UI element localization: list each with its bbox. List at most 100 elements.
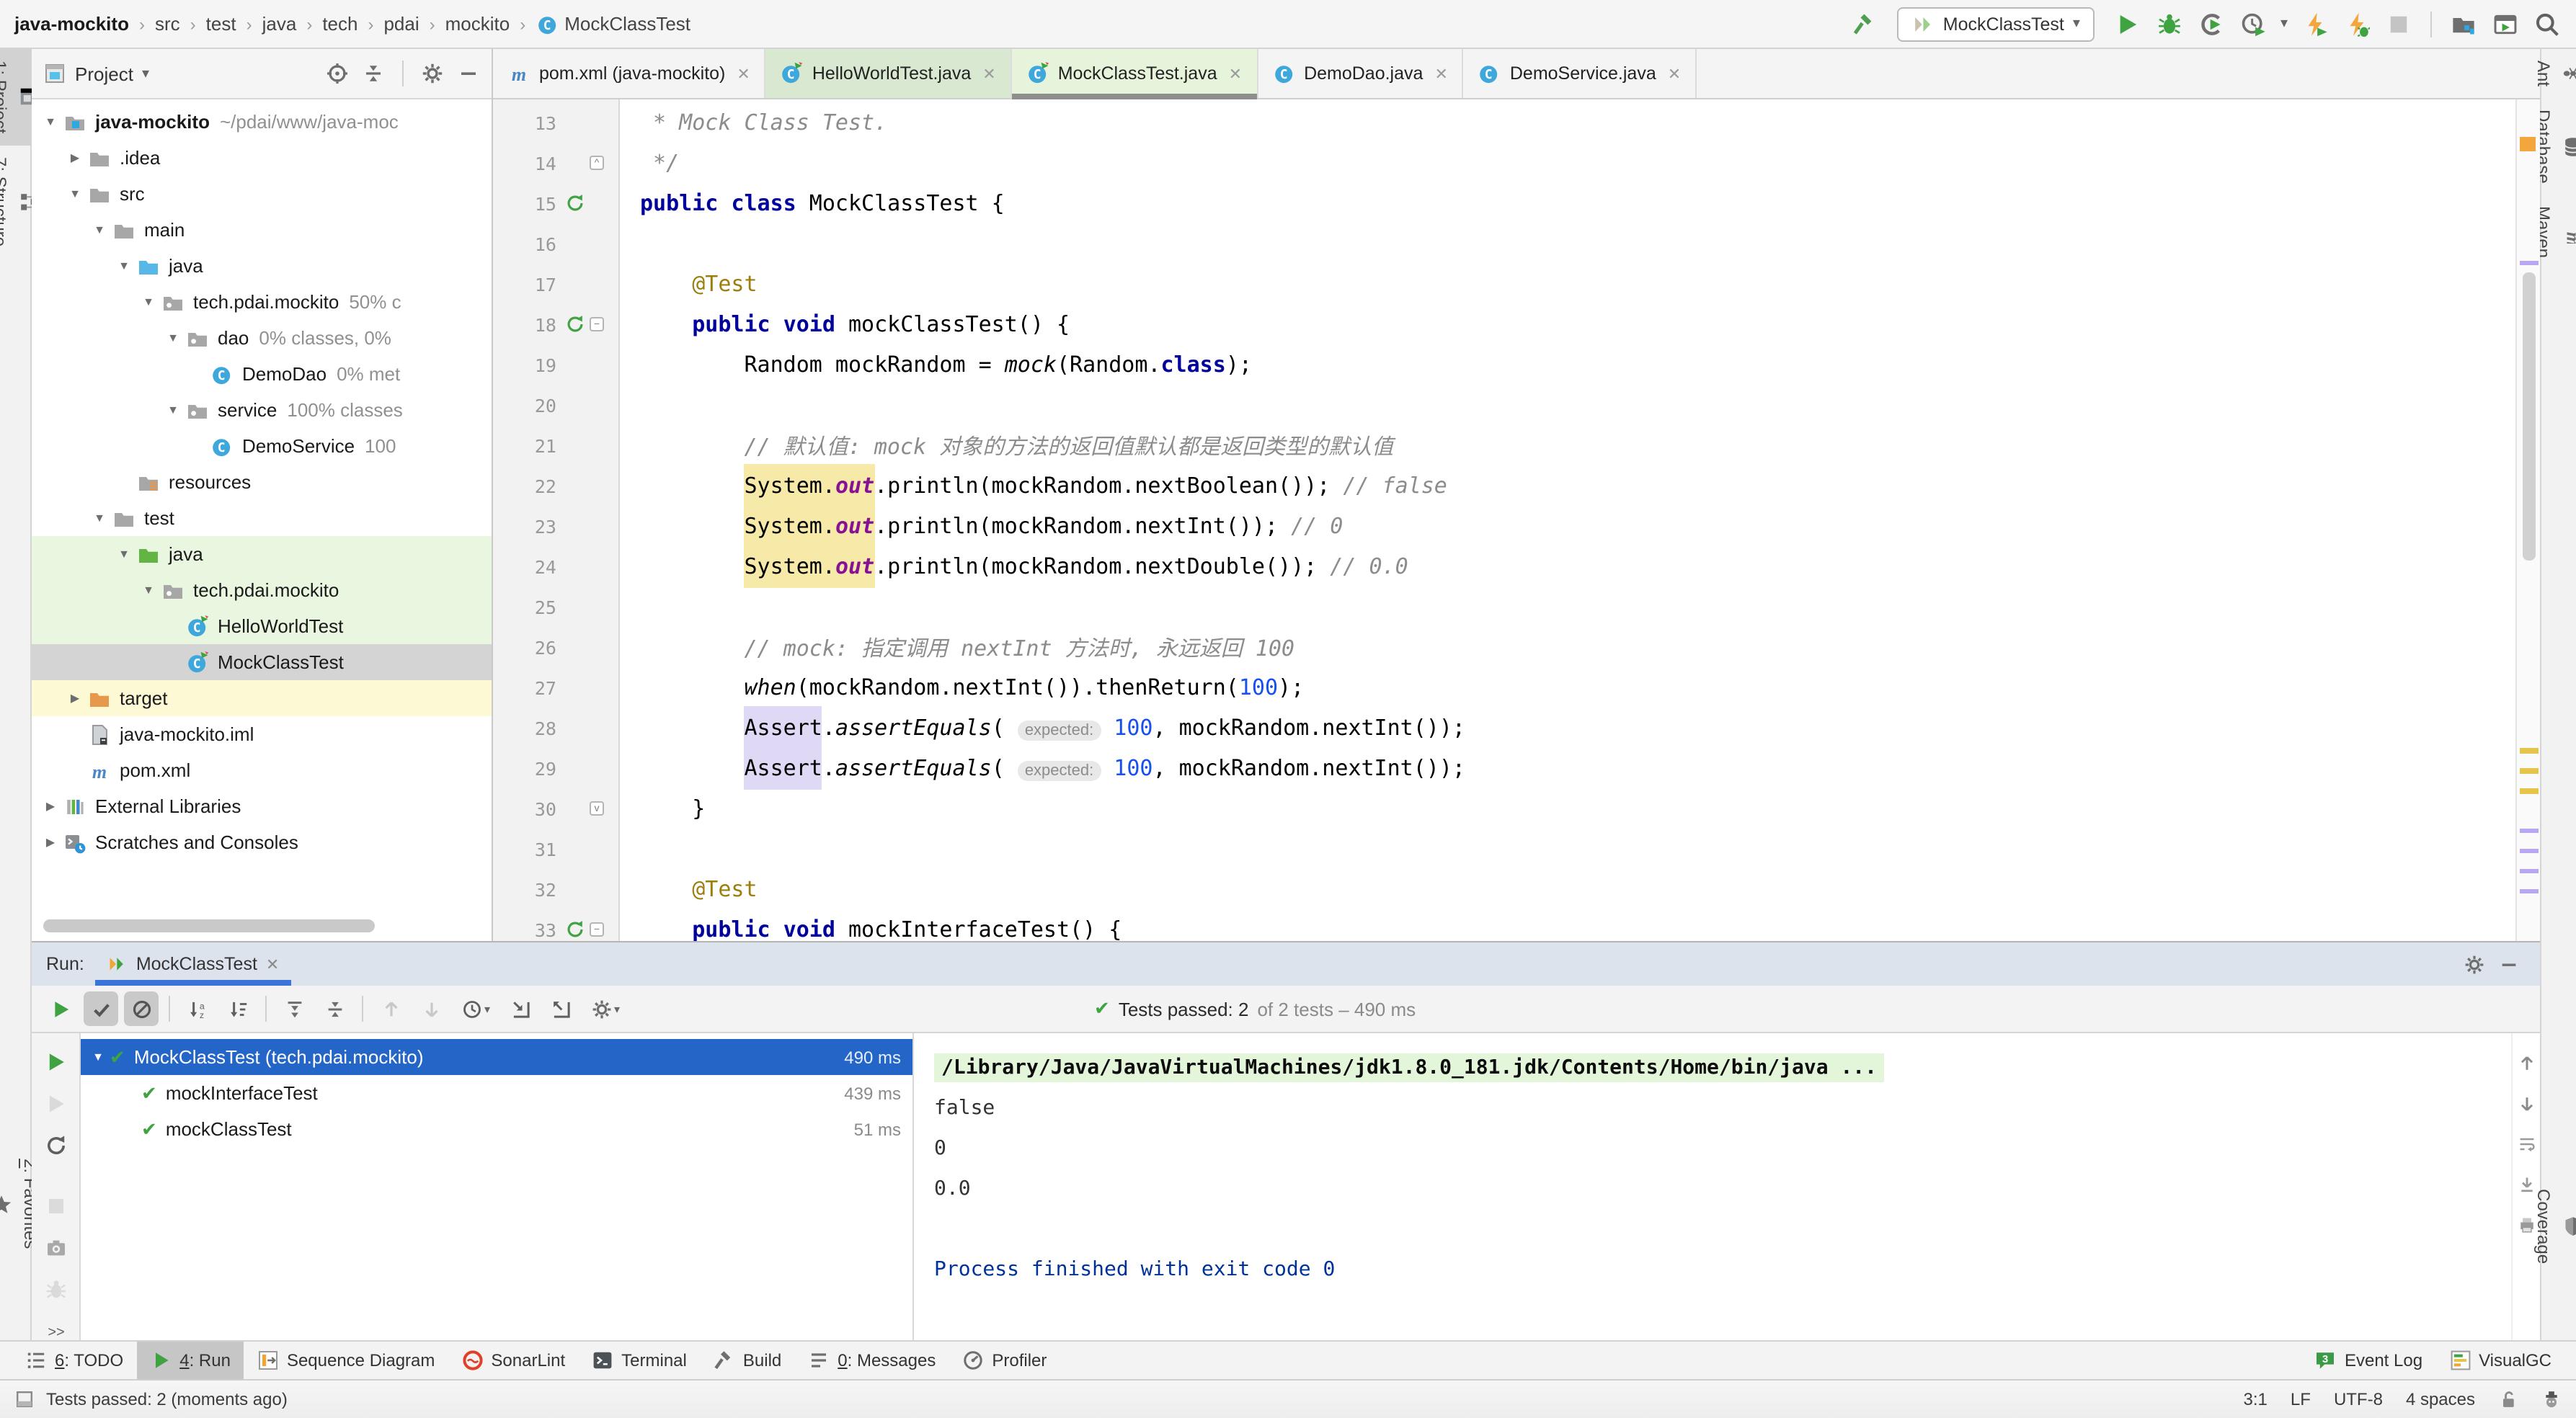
run-with-profiler-button[interactable] <box>2301 9 2329 38</box>
error-stripe-scrollbar[interactable] <box>2515 99 2540 941</box>
editor-tab-demodao-java[interactable]: CDemoDao.java✕ <box>1258 49 1464 98</box>
line-separator[interactable]: LF <box>2291 1389 2311 1409</box>
chevron-collapsed-icon[interactable]: ▶ <box>65 692 85 705</box>
editor-tab-demoservice-java[interactable]: CDemoService.java✕ <box>1464 49 1697 98</box>
project-tree-item-pom-xml[interactable]: mpom.xml <box>32 752 492 788</box>
collapse-all-button[interactable] <box>317 991 352 1026</box>
show-ignored-button[interactable] <box>124 991 159 1026</box>
project-tree-item-demodao[interactable]: CDemoDao0% met <box>32 356 492 392</box>
editor-tab-helloworldtest-java[interactable]: CHelloWorldTest.java✕ <box>766 49 1012 98</box>
chevron-expanded-icon[interactable]: ▼ <box>114 259 134 272</box>
toolwindow-button-sequence-diagram[interactable]: Sequence Diagram <box>244 1342 448 1379</box>
test-history-button[interactable]: ▾ <box>454 991 497 1026</box>
horizontal-scrollbar[interactable] <box>43 919 375 932</box>
fold-marker-icon[interactable]: ^ <box>590 156 604 170</box>
locate-icon[interactable] <box>326 62 349 85</box>
indent-style[interactable]: 4 spaces <box>2406 1389 2475 1409</box>
run-button[interactable] <box>2113 9 2142 38</box>
project-tree-item-demoservice[interactable]: CDemoService100 <box>32 428 492 464</box>
breadcrumb-item[interactable]: mockito <box>445 13 510 35</box>
chevron-down-icon[interactable]: ▾ <box>142 66 149 81</box>
toolwindow-button-event-log[interactable]: 3Event Log <box>2301 1349 2435 1372</box>
project-tree-item-java[interactable]: ▼java <box>32 248 492 284</box>
toolwindow-button-todo[interactable]: 6: TODO <box>12 1342 136 1379</box>
project-tree[interactable]: ▼java-mockito~/pdai/www/java-moc▶.idea▼s… <box>32 99 492 941</box>
toolwindow-button-ant[interactable]: Ant <box>2531 49 2576 98</box>
test-result-row-mockclasstest[interactable]: ▼✔MockClassTest (tech.pdai.mockito)490 m… <box>81 1039 912 1075</box>
run-console[interactable]: /Library/Java/JavaVirtualMachines/jdk1.8… <box>914 1033 2511 1340</box>
caret-position[interactable]: 3:1 <box>2244 1389 2268 1409</box>
test-results-tree[interactable]: ▼✔MockClassTest (tech.pdai.mockito)490 m… <box>81 1033 912 1340</box>
toolwindow-button-terminal[interactable]: Terminal <box>578 1342 700 1379</box>
breadcrumb-item[interactable]: test <box>206 13 236 35</box>
search-button[interactable] <box>2533 9 2562 38</box>
editor-tab-mockclasstest-java[interactable]: CMockClassTest.java✕ <box>1012 49 1258 98</box>
project-tree-item-src[interactable]: ▼src <box>32 176 492 212</box>
file-encoding[interactable]: UTF-8 <box>2334 1389 2383 1409</box>
editor-tab-pom-xml-java-mockito-[interactable]: mpom.xml (java-mockito)✕ <box>493 49 766 98</box>
code-viewport[interactable]: 13 * Mock Class Test.14^ */15public clas… <box>493 99 2515 941</box>
breadcrumb-item[interactable]: tech <box>322 13 357 35</box>
breadcrumb-item[interactable]: pdai <box>383 13 419 35</box>
project-tree-item-helloworldtest[interactable]: CHelloWorldTest <box>32 608 492 644</box>
toolwindow-button-visualgc[interactable]: VisualGC <box>2435 1349 2564 1372</box>
project-tree-item-target[interactable]: ▶target <box>32 680 492 716</box>
project-tree-item-java[interactable]: ▼java <box>32 536 492 572</box>
close-icon[interactable]: ✕ <box>982 64 995 83</box>
run-tab[interactable]: MockClassTest ✕ <box>96 942 291 986</box>
rerun-tests-button[interactable] <box>43 991 78 1026</box>
run-test-gutter-icon[interactable] <box>565 193 585 213</box>
chevron-expanded-icon[interactable]: ▼ <box>114 548 134 561</box>
test-result-row-mockinterfacetest[interactable]: ✔mockInterfaceTest439 ms <box>81 1075 912 1111</box>
run-test-gutter-icon[interactable] <box>565 314 585 334</box>
chevron-expanded-icon[interactable]: ▼ <box>138 295 159 308</box>
project-tree-item-mockclasstest[interactable]: CMockClassTest <box>32 644 492 680</box>
project-tree-item--idea[interactable]: ▶.idea <box>32 140 492 176</box>
profile-button[interactable] <box>2239 9 2268 38</box>
chevron-collapsed-icon[interactable]: ▶ <box>40 836 61 849</box>
fold-marker-icon[interactable]: − <box>590 922 604 937</box>
project-tree-item-service[interactable]: ▼service100% classes <box>32 392 492 428</box>
project-tree-item-dao[interactable]: ▼dao0% classes, 0% <box>32 320 492 356</box>
project-tree-item-tech-pdai-mockito[interactable]: ▼tech.pdai.mockito <box>32 572 492 608</box>
toolwindow-button-messages[interactable]: 0: Messages <box>794 1342 949 1379</box>
close-icon[interactable]: ✕ <box>266 955 279 973</box>
toolwindow-button-sonarlint[interactable]: SonarLint <box>448 1342 578 1379</box>
project-tree-item-tech-pdai-mockito[interactable]: ▼tech.pdai.mockito50% c <box>32 284 492 320</box>
project-tree-item-external-libraries[interactable]: ▶External Libraries <box>32 788 492 824</box>
toolwindow-button-profiler[interactable]: Profiler <box>949 1342 1060 1379</box>
import-test-results-button[interactable] <box>503 991 538 1026</box>
hector-icon[interactable] <box>2541 1389 2562 1409</box>
project-tree-item-java-mockito-iml[interactable]: java-mockito.iml <box>32 716 492 752</box>
run-anything-button[interactable] <box>2491 9 2520 38</box>
chevron-collapsed-icon[interactable]: ▶ <box>40 800 61 813</box>
close-icon[interactable]: ✕ <box>1434 64 1447 83</box>
debug-button[interactable] <box>2155 9 2184 38</box>
lock-open-icon[interactable] <box>2498 1389 2518 1409</box>
chevron-expanded-icon[interactable]: ▼ <box>163 403 183 416</box>
thread-dump-button[interactable] <box>38 1236 73 1259</box>
up-icon[interactable] <box>2516 1053 2536 1074</box>
project-tree-item-main[interactable]: ▼main <box>32 212 492 248</box>
debug-with-profiler-button[interactable] <box>2342 9 2371 38</box>
run-test-gutter-icon[interactable] <box>565 919 585 940</box>
collapse-all-icon[interactable] <box>362 62 385 85</box>
toolwindow-button-coverage[interactable]: Coverage <box>2531 1177 2576 1275</box>
toolwindow-toggle-icon[interactable] <box>14 1389 35 1409</box>
chevron-expanded-icon[interactable]: ▼ <box>138 584 159 597</box>
test-settings-button[interactable]: ▾ <box>584 991 627 1026</box>
toolwindows-button[interactable] <box>2449 9 2478 38</box>
gear-icon[interactable] <box>2456 947 2491 981</box>
breadcrumb-item[interactable]: java <box>262 13 297 35</box>
toolwindow-button-build[interactable]: Build <box>700 1342 794 1379</box>
chevron-expanded-icon[interactable]: ▼ <box>89 223 110 236</box>
build-button[interactable] <box>1849 9 1878 38</box>
chevron-down-icon[interactable]: ▾ <box>2280 16 2288 32</box>
run-with-coverage-button[interactable] <box>2197 9 2226 38</box>
sort-alphabetically-button[interactable]: az <box>180 991 215 1026</box>
breadcrumb-item[interactable]: CMockClassTest <box>536 12 690 35</box>
breadcrumb-item[interactable]: src <box>155 13 180 35</box>
fold-marker-icon[interactable]: − <box>590 317 604 331</box>
chevron-expanded-icon[interactable]: ▼ <box>65 187 85 200</box>
show-passed-button[interactable] <box>84 991 118 1026</box>
